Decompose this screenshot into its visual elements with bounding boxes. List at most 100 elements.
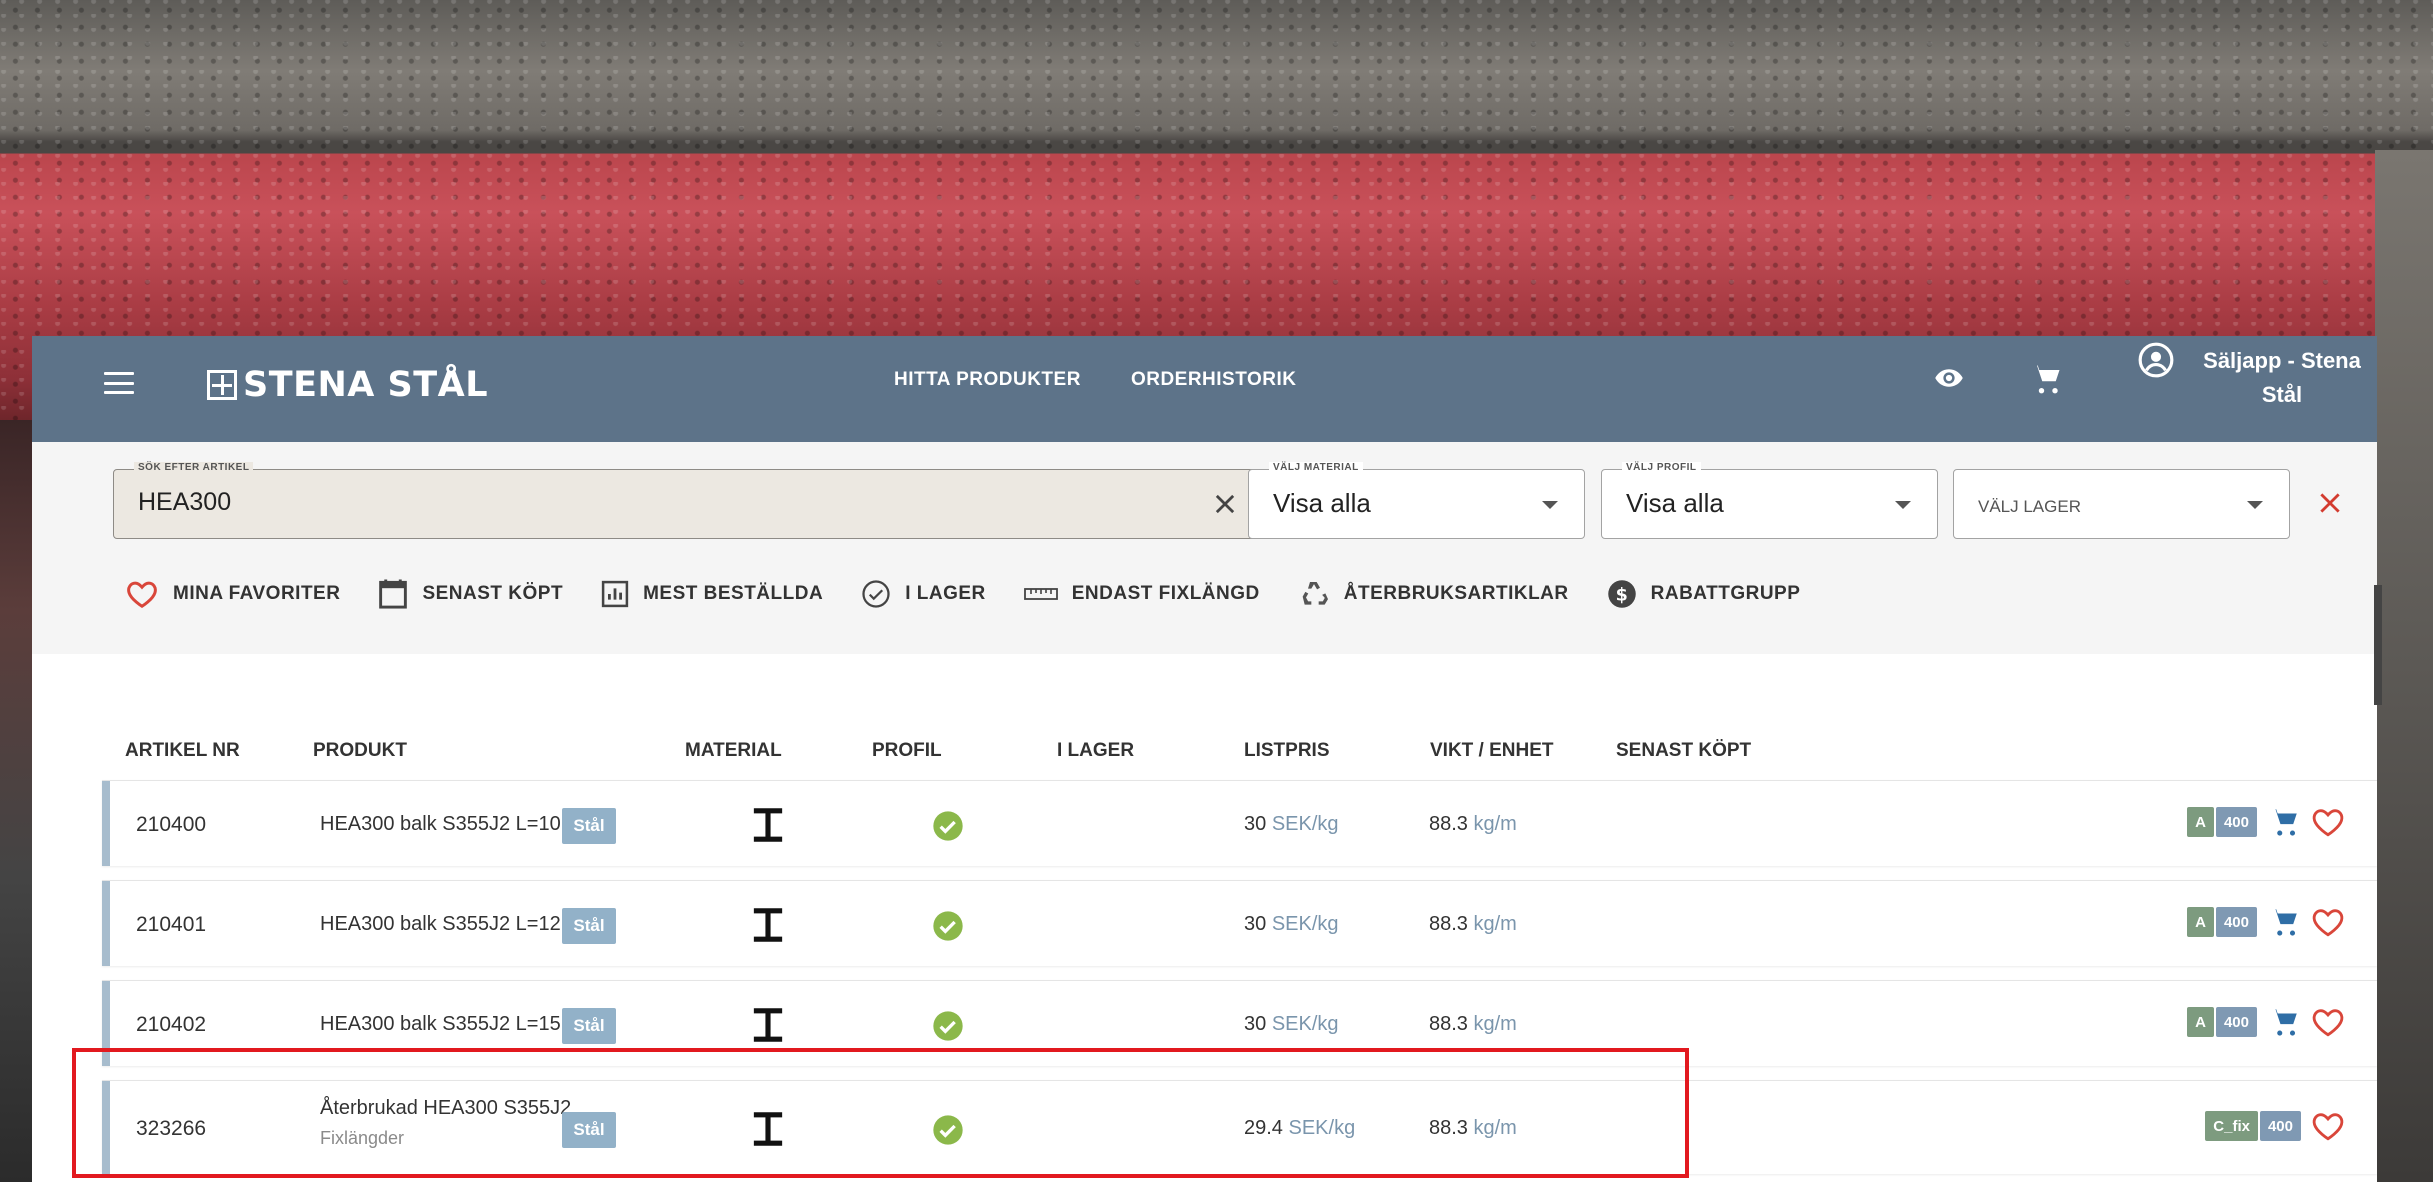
i-beam-icon: [753, 1112, 783, 1146]
lager-placeholder: VÄLJ LAGER: [1978, 497, 2081, 516]
calendar-icon: [379, 579, 408, 609]
clear-search-icon[interactable]: [1211, 490, 1239, 518]
price-unit: SEK/kg: [1271, 813, 1339, 835]
table-row[interactable]: 210400 HEA300 balk S355J2 L=10,1m Stål 3…: [102, 780, 2377, 866]
profil-select[interactable]: VÄLJ PROFIL Visa alla: [1601, 462, 1938, 539]
top-bar: STENA STÅL HITTA PRODUKTER ORDERHISTORIK…: [32, 336, 2377, 442]
row-price: 30 SEK/kg: [1244, 813, 1339, 836]
col-profil[interactable]: PROFIL: [872, 740, 942, 762]
filter-aterbruksartiklar[interactable]: ÅTERBRUKSARTIKLAR: [1298, 578, 1569, 610]
cart-icon[interactable]: [2028, 361, 2064, 397]
col-artikel-nr[interactable]: ARTIKEL NR: [125, 740, 240, 762]
row-product-name: HEA300 balk S355J2 L=12,1m: [320, 913, 595, 935]
reset-filters-icon[interactable]: [2317, 490, 2343, 516]
user-name[interactable]: Säljapp - Stena Stål: [2192, 344, 2372, 412]
material-label: VÄLJ MATERIAL: [1269, 462, 1363, 473]
filter-i-lager[interactable]: I LAGER: [861, 579, 986, 609]
row-weight: 88.3 kg/m: [1429, 813, 1517, 836]
i-beam-icon: [753, 908, 783, 942]
nav-orderhistorik[interactable]: ORDERHISTORIK: [1131, 369, 1297, 391]
col-material[interactable]: MATERIAL: [685, 740, 782, 762]
eye-icon[interactable]: [1930, 363, 1968, 393]
price-tags: A 400: [2187, 907, 2257, 937]
chevron-down-icon: [1542, 501, 1558, 509]
weight-value: 88.3: [1429, 913, 1468, 935]
price-value: 30: [1244, 913, 1267, 935]
add-to-cart-icon[interactable]: [2267, 905, 2301, 939]
row-product-name: HEA300 balk S355J2 L=15,1m: [320, 1013, 595, 1035]
col-produkt[interactable]: PRODUKT: [313, 740, 407, 762]
quick-filters: MINA FAVORITER SENAST KÖPT MEST BESTÄLLD…: [125, 578, 1800, 610]
scrollbar[interactable]: [2374, 585, 2382, 705]
row-product-name: HEA300 balk S355J2 L=10,1m: [320, 813, 595, 835]
weight-value: 88.3: [1429, 1013, 1468, 1035]
row-artnr: 210401: [136, 913, 207, 936]
material-badge: Stål: [562, 908, 616, 944]
weight-value: 88.3: [1429, 813, 1468, 835]
menu-icon[interactable]: [104, 372, 134, 394]
product-table: ARTIKEL NR PRODUKT MATERIAL PROFIL I LAG…: [32, 654, 2377, 1182]
table-row[interactable]: 210401 HEA300 balk S355J2 L=12,1m Stål 3…: [102, 880, 2377, 966]
row-product: HEA300 balk S355J2 L=15,1m: [320, 1013, 594, 1036]
user-account-icon[interactable]: [2137, 341, 2175, 379]
favorite-heart-icon[interactable]: [2311, 1005, 2345, 1039]
row-weight: 88.3 kg/m: [1429, 1013, 1517, 1036]
dollar-icon: $: [1607, 580, 1636, 608]
favorite-heart-icon[interactable]: [2311, 905, 2345, 939]
grade-tag: A: [2187, 1007, 2214, 1037]
add-to-cart-icon[interactable]: [2267, 805, 2301, 839]
row-actions: A 400: [2187, 1005, 2345, 1039]
filter-aterbruksartiklar-label: ÅTERBRUKSARTIKLAR: [1343, 583, 1569, 604]
filter-favoriter[interactable]: MINA FAVORITER: [125, 579, 340, 609]
logo-text: STENA STÅL: [243, 365, 489, 405]
nav-hitta-produkter[interactable]: HITTA PRODUKTER: [894, 369, 1081, 391]
filter-senast-kopt[interactable]: SENAST KÖPT: [378, 578, 563, 610]
lager-select[interactable]: VÄLJ LAGER: [1953, 469, 2290, 539]
check-circle-icon: [862, 580, 890, 608]
price-unit: SEK/kg: [1271, 1013, 1339, 1035]
favorite-heart-icon[interactable]: [2311, 805, 2345, 839]
background-photo-edge: [2375, 150, 2433, 1182]
svg-text:$: $: [1615, 585, 1628, 605]
material-badge: Stål: [562, 1112, 616, 1148]
in-stock-icon: [933, 1115, 963, 1145]
in-stock-icon: [933, 1011, 963, 1041]
price-tags: A 400: [2187, 807, 2257, 837]
weight-unit: kg/m: [1473, 913, 1517, 935]
col-i-lager[interactable]: I LAGER: [1057, 740, 1134, 762]
search-field[interactable]: SÖK EFTER ARTIKEL HEA300: [113, 462, 1262, 539]
material-value: Visa alla: [1273, 488, 1371, 518]
table-row[interactable]: 210402 HEA300 balk S355J2 L=15,1m Stål 3…: [102, 980, 2377, 1066]
profil-value: Visa alla: [1626, 488, 1724, 518]
row-artnr: 210402: [136, 1013, 207, 1036]
col-vikt-enhet[interactable]: VIKT / ENHET: [1430, 740, 1554, 762]
col-senast-kopt[interactable]: SENAST KÖPT: [1616, 740, 1751, 762]
price-tags: C_fix 400: [2205, 1111, 2301, 1141]
material-badge: Stål: [562, 808, 616, 844]
favorite-heart-icon[interactable]: [2311, 1109, 2345, 1143]
material-select[interactable]: VÄLJ MATERIAL Visa alla: [1248, 462, 1585, 539]
filter-rabattgrupp[interactable]: $ RABATTGRUPP: [1607, 579, 1801, 609]
in-stock-icon: [933, 911, 963, 941]
add-to-cart-icon[interactable]: [2267, 1005, 2301, 1039]
row-price: 30 SEK/kg: [1244, 913, 1339, 936]
table-row[interactable]: 323266 Återbrukad HEA300 S355J2 Fixlängd…: [102, 1080, 2377, 1174]
weight-unit: kg/m: [1473, 1013, 1517, 1035]
filter-rabattgrupp-label: RABATTGRUPP: [1650, 583, 1801, 604]
weight-unit: kg/m: [1473, 1117, 1517, 1139]
logo-mark-icon: [207, 370, 237, 400]
row-actions: A 400: [2187, 805, 2345, 839]
ruler-icon: [1023, 588, 1058, 600]
grade-tag: A: [2187, 907, 2214, 937]
row-product-sub: Fixlängder: [320, 1128, 405, 1148]
col-listpris[interactable]: LISTPRIS: [1244, 740, 1330, 762]
grade-tag: A: [2187, 807, 2214, 837]
logo[interactable]: STENA STÅL: [207, 363, 488, 407]
search-input[interactable]: HEA300: [138, 488, 231, 517]
filter-mest-bestallda[interactable]: MEST BESTÄLLDA: [601, 580, 823, 608]
row-actions: C_fix 400: [2205, 1109, 2345, 1143]
filter-endast-fixlangd[interactable]: ENDAST FIXLÄNGD: [1023, 583, 1260, 605]
row-actions: A 400: [2187, 905, 2345, 939]
filter-endast-fixlangd-label: ENDAST FIXLÄNGD: [1071, 583, 1260, 604]
row-product: HEA300 balk S355J2 L=12,1m: [320, 913, 594, 936]
